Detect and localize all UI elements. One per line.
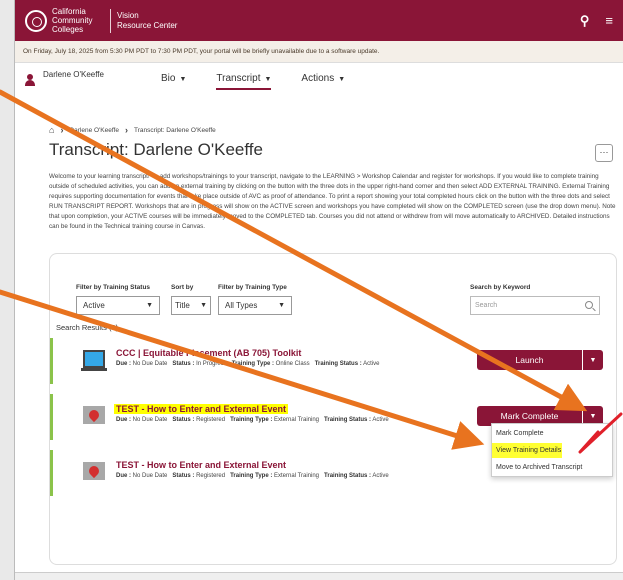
search-icon[interactable] <box>585 301 593 309</box>
sort-label: Sort by <box>171 284 194 291</box>
chevron-down-icon: ▼ <box>264 76 272 83</box>
top-bar: California Community Colleges Vision Res… <box>15 0 623 41</box>
launch-button[interactable]: Launch <box>477 350 582 370</box>
type-filter-label: Filter by Training Type <box>218 284 287 291</box>
training-meta: Due : No Due Date Status : Registered Tr… <box>116 417 389 423</box>
breadcrumb-user[interactable]: Darlene O'Keeffe <box>69 127 119 134</box>
sort-select[interactable]: Title ▼ <box>171 296 211 315</box>
external-event-icon <box>83 406 105 424</box>
tab-transcript[interactable]: Transcript ▼ <box>216 73 272 90</box>
chevron-down-icon: ▼ <box>200 302 207 309</box>
training-title[interactable]: TEST - How to Enter and External Event <box>114 404 289 414</box>
chevron-down-icon: ▼ <box>146 302 153 309</box>
user-name: Darlene O'Keeffe <box>43 70 104 79</box>
status-filter-label: Filter by Training Status <box>76 284 151 291</box>
more-options-button[interactable]: ··· <box>595 144 613 162</box>
type-filter-select[interactable]: All Types ▼ <box>218 296 292 315</box>
results-count: Search Results (3) <box>56 323 119 332</box>
product-name: Vision Resource Center <box>117 10 178 30</box>
home-icon[interactable]: ⌂ <box>49 125 54 135</box>
nav-tabs: Bio ▼ Transcript ▼ Actions ▼ <box>161 73 375 90</box>
chevron-right-icon: › <box>60 125 64 135</box>
user-bar: Darlene O'Keeffe Bio ▼ Transcript ▼ Action… <box>15 63 623 97</box>
menu-item-mark-complete[interactable]: Mark Complete <box>492 426 612 441</box>
hamburger-menu-icon[interactable]: ≡ <box>605 13 613 28</box>
launch-options-button[interactable]: ▼ <box>583 350 603 370</box>
breadcrumb: ⌂ › Darlene O'Keeffe › Transcript: Darle… <box>49 125 216 135</box>
keyword-search-label: Search by Keyword <box>470 284 531 291</box>
menu-item-move-to-archived[interactable]: Move to Archived Transcript <box>492 460 612 475</box>
chevron-down-icon: ▼ <box>338 76 346 83</box>
keyword-search-input[interactable]: Search <box>470 296 600 315</box>
org-name: California Community Colleges <box>52 7 93 34</box>
logo-divider <box>110 8 111 33</box>
tab-bio[interactable]: Bio ▼ <box>161 73 186 90</box>
page-title: Transcript: Darlene O'Keeffe <box>49 140 263 159</box>
transcript-instructions: Welcome to your learning transcript! To … <box>49 173 616 230</box>
app-frame: California Community Colleges Vision Res… <box>14 0 623 580</box>
transcript-card: Filter by Training Status Sort by Filter… <box>49 253 617 565</box>
training-title[interactable]: TEST - How to Enter and External Event <box>116 460 286 470</box>
training-title[interactable]: CCC | Equitable Placement (AB 705) Toolk… <box>116 348 301 358</box>
chevron-down-icon: ▼ <box>278 302 285 309</box>
row-actions-menu: Mark Complete View Training Details Move… <box>491 423 613 477</box>
user-icon <box>25 74 35 86</box>
tab-actions[interactable]: Actions ▼ <box>301 73 345 90</box>
footer-strip <box>15 572 623 580</box>
chevron-right-icon: › <box>124 125 128 135</box>
transcript-row: CCC | Equitable Placement (AB 705) Toolk… <box>50 338 616 384</box>
ccc-seal-logo <box>25 9 47 32</box>
training-meta: Due : No Due Date Status : Registered Tr… <box>116 473 389 479</box>
menu-item-view-training-details[interactable]: View Training Details <box>492 443 562 458</box>
breadcrumb-current: Transcript: Darlene O'Keeffe <box>133 126 216 134</box>
training-meta: Due : No Due Date Status : In Progress T… <box>116 361 380 367</box>
laptop-icon <box>81 350 107 371</box>
search-icon[interactable]: ⚲ <box>580 13 590 29</box>
external-event-icon <box>83 462 105 480</box>
status-filter-select[interactable]: Active ▼ <box>76 296 160 315</box>
chevron-down-icon: ▼ <box>179 76 187 83</box>
maintenance-notice: On Friday, July 18, 2025 from 5:30 PM PD… <box>15 41 623 63</box>
